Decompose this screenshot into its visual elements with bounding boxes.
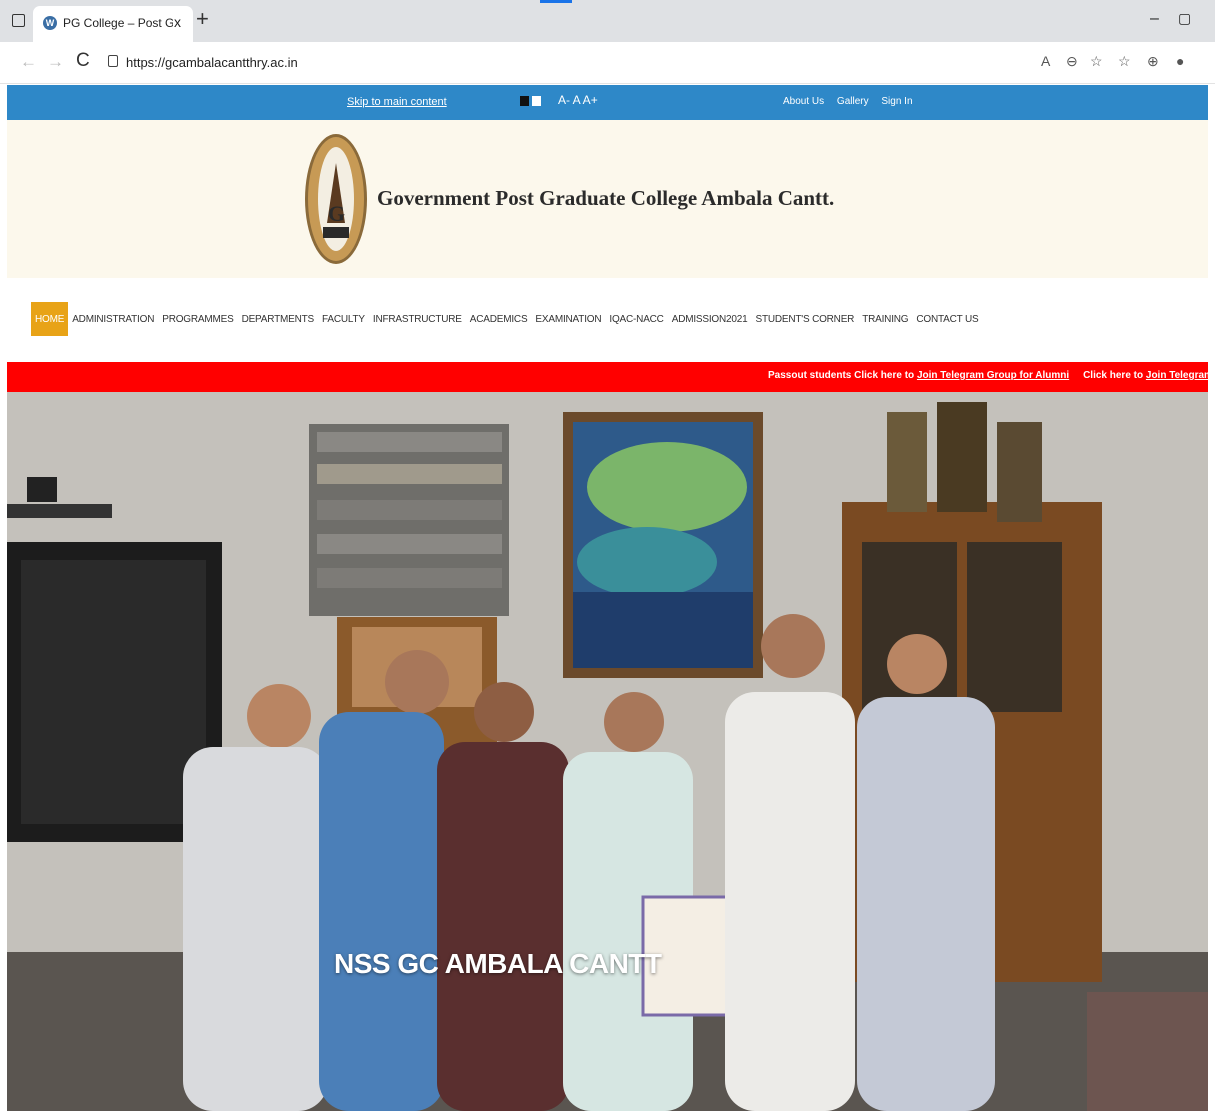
restore-button[interactable]: ▢: [1178, 10, 1191, 27]
lock-icon[interactable]: [108, 55, 118, 67]
top-links: About Us Gallery Sign In: [783, 96, 923, 107]
back-button[interactable]: ←: [20, 52, 37, 72]
nav-item-contact-us[interactable]: CONTACT US: [912, 302, 982, 336]
read-aloud-icon[interactable]: A: [1041, 53, 1050, 69]
college-logo[interactable]: G: [305, 134, 367, 264]
new-tab-button[interactable]: +: [196, 8, 209, 30]
nav-item-home[interactable]: HOME: [31, 302, 69, 336]
gallery-link[interactable]: Gallery: [837, 96, 869, 107]
nav-item-infrastructure[interactable]: INFRASTRUCTURE: [369, 302, 466, 336]
nav-item-departments[interactable]: DEPARTMENTS: [238, 302, 318, 336]
font-size-controls[interactable]: A- A A+: [558, 93, 598, 107]
nav-item-faculty[interactable]: FACULTY: [318, 302, 369, 336]
zoom-icon[interactable]: ⊖: [1066, 53, 1078, 70]
ticker-prefix-2: Click here to: [1083, 370, 1146, 381]
ticker-prefix-1: Passout students Click here to: [768, 370, 917, 381]
main-navigation: HOME ADMINISTRATION PROGRAMMES DEPARTMEN…: [7, 278, 1208, 362]
hero-caption: NSS GC AMBALA CANTT: [334, 948, 662, 979]
nav-item-administration[interactable]: ADMINISTRATION: [68, 302, 158, 336]
browser-tab-bar: W PG College – Post Graduate colle x + –…: [0, 0, 1215, 42]
reload-button[interactable]: C: [76, 50, 90, 72]
sign-in-link[interactable]: Sign In: [881, 96, 912, 107]
logo-letter: G: [328, 201, 346, 226]
profile-avatar-icon[interactable]: ●: [1176, 53, 1184, 69]
tab-actions-icon[interactable]: [12, 14, 25, 27]
announcement-ticker: Passout students Click here to Join Tele…: [7, 362, 1208, 392]
url-field[interactable]: https://gcambalacantthry.ac.in: [126, 55, 298, 70]
favorite-icon[interactable]: ☆: [1090, 53, 1103, 70]
skip-to-content-link[interactable]: Skip to main content: [347, 96, 447, 108]
college-telegram-link[interactable]: Join Telegram Group of Govt College Amba…: [1146, 370, 1208, 381]
forward-button[interactable]: →: [47, 52, 64, 72]
nav-item-admission2021[interactable]: ADMISSION2021: [668, 302, 752, 336]
nav-item-academics[interactable]: ACADEMICS: [466, 302, 532, 336]
light-contrast-button[interactable]: [532, 96, 541, 106]
nav-item-students-corner[interactable]: STUDENT'S CORNER: [751, 302, 858, 336]
ticker-text: Passout students Click here to Join Tele…: [768, 370, 1208, 381]
tab-close-button[interactable]: x: [174, 14, 181, 30]
logo-inner: G: [318, 147, 354, 251]
about-us-link[interactable]: About Us: [783, 96, 824, 107]
hero-slider[interactable]: NSS GC AMBALA CANTT: [7, 392, 1208, 1111]
alumni-telegram-link[interactable]: Join Telegram Group for Alumni: [917, 370, 1069, 381]
nav-item-examination[interactable]: EXAMINATION: [531, 302, 605, 336]
nav-list: HOME ADMINISTRATION PROGRAMMES DEPARTMEN…: [31, 302, 982, 336]
browser-tab[interactable]: W PG College – Post Graduate colle x: [33, 6, 193, 42]
college-name[interactable]: Government Post Graduate College Ambala …: [377, 186, 834, 211]
nav-item-iqac-nacc[interactable]: IQAC-NACC: [605, 302, 667, 336]
address-bar-row: ← → C https://gcambalacantthry.ac.in A ⊖…: [0, 42, 1215, 84]
tab-title: PG College – Post Graduate colle: [63, 16, 173, 30]
dark-contrast-button[interactable]: [520, 96, 529, 106]
wordpress-favicon-icon: W: [43, 16, 57, 30]
favorites-list-icon[interactable]: ☆: [1118, 53, 1131, 70]
tab-accent: [540, 0, 572, 3]
site-header: G Government Post Graduate College Ambal…: [7, 120, 1208, 278]
logo-band: [323, 227, 349, 238]
nav-item-training[interactable]: TRAINING: [858, 302, 912, 336]
nav-item-programmes[interactable]: PROGRAMMES: [158, 302, 237, 336]
minimize-button[interactable]: –: [1150, 10, 1159, 28]
site-top-strip: Skip to main content A- A A+ About Us Ga…: [7, 85, 1208, 120]
collections-icon[interactable]: ⊕: [1147, 53, 1159, 70]
hero-photo: [7, 392, 1208, 1111]
